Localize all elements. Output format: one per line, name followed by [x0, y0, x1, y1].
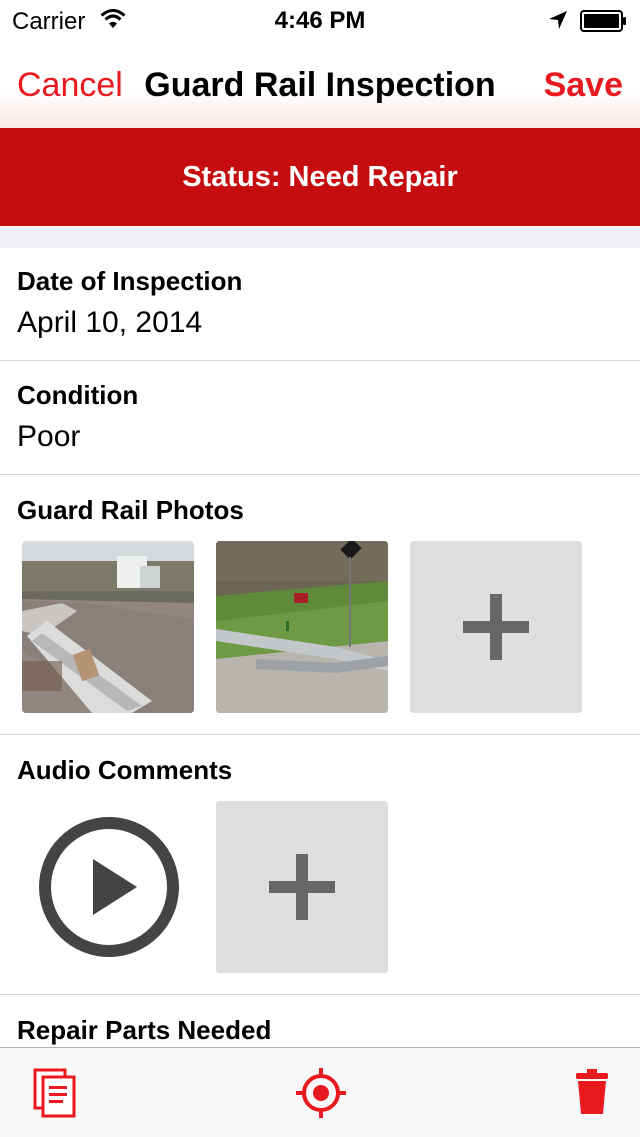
date-of-inspection-row[interactable]: Date of Inspection April 10, 2014: [0, 248, 640, 361]
date-value: April 10, 2014: [17, 306, 203, 339]
status-bar: Carrier 4:46 PM: [0, 0, 640, 40]
plus-icon: [269, 854, 335, 920]
save-button[interactable]: Save: [544, 66, 623, 105]
location-arrow-icon: [548, 10, 568, 35]
status-banner[interactable]: Status: Need Repair: [0, 128, 640, 226]
guard-rail-photo-2[interactable]: [216, 541, 388, 713]
section-separator: [0, 226, 640, 248]
navigation-bar: Cancel Guard Rail Inspection Save: [0, 40, 640, 128]
copy-document-icon[interactable]: [33, 1068, 77, 1123]
add-audio-button[interactable]: [216, 801, 388, 973]
photos-label: Guard Rail Photos: [17, 495, 244, 525]
bottom-toolbar: [0, 1047, 640, 1137]
plus-icon: [463, 594, 529, 660]
audio-label: Audio Comments: [17, 755, 233, 785]
target-location-icon[interactable]: [296, 1068, 346, 1123]
trash-icon[interactable]: [575, 1068, 609, 1121]
audio-comments-section: Audio Comments: [0, 735, 640, 995]
clock: 4:46 PM: [274, 7, 366, 34]
condition-label: Condition: [17, 380, 139, 410]
guard-rail-photos-section: Guard Rail Photos: [0, 475, 640, 735]
condition-value: Poor: [17, 420, 81, 453]
guard-rail-photo-1[interactable]: [22, 541, 194, 713]
battery-icon: [580, 10, 626, 32]
repair-parts-row[interactable]: Repair Parts Needed: [0, 995, 640, 1055]
status-text: Status: Need Repair: [182, 160, 458, 193]
play-icon[interactable]: [37, 815, 181, 964]
date-label: Date of Inspection: [17, 266, 243, 296]
repair-parts-label: Repair Parts Needed: [17, 1015, 272, 1045]
condition-row[interactable]: Condition Poor: [0, 361, 640, 475]
add-photo-button[interactable]: [410, 541, 582, 713]
